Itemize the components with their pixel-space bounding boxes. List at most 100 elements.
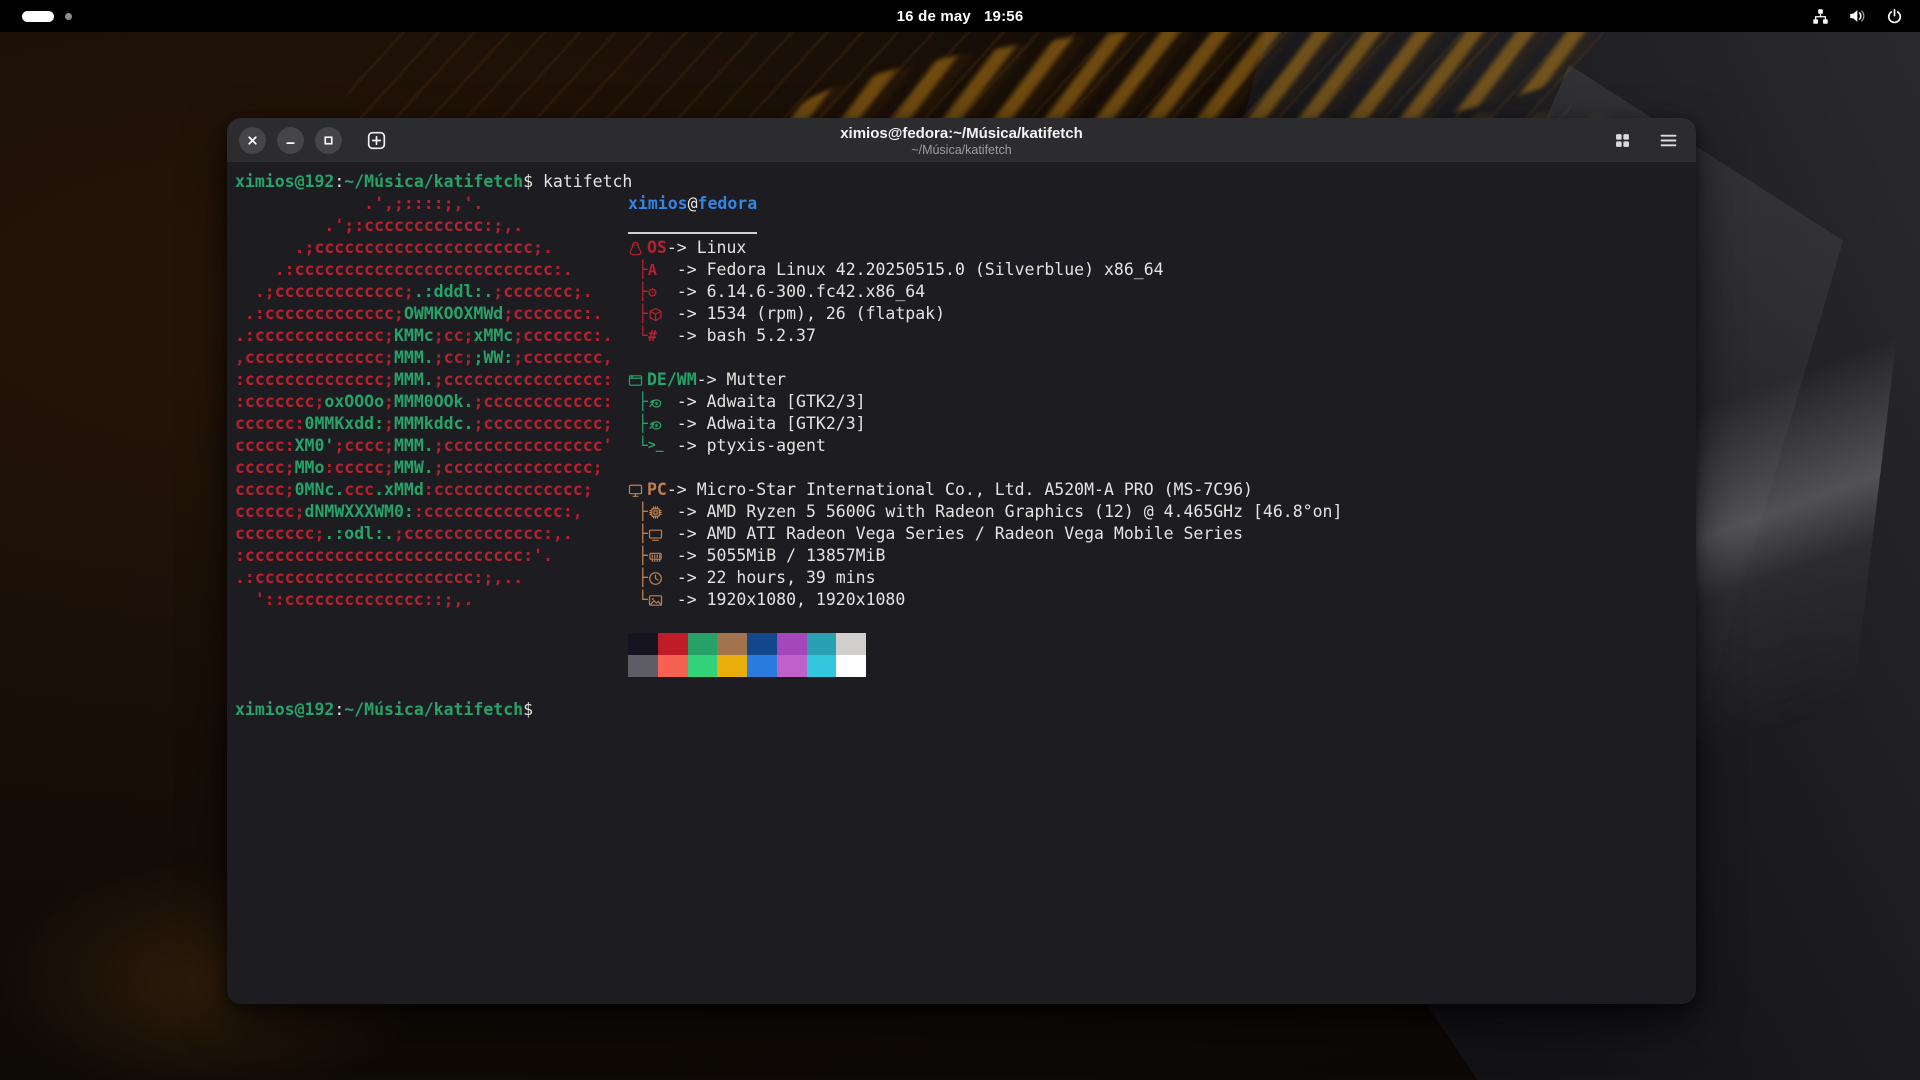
ascii-segment: .:ccccccccccccc; bbox=[235, 326, 394, 345]
ascii-segment: ;cccccccccccccc:,. bbox=[394, 524, 573, 543]
workspace-indicator[interactable] bbox=[22, 11, 72, 22]
maximize-button[interactable] bbox=[315, 127, 342, 154]
ascii-segment: MMM. bbox=[394, 436, 434, 455]
workspace-dot[interactable] bbox=[65, 13, 72, 20]
palette-swatch bbox=[658, 655, 688, 677]
palette-swatch bbox=[777, 633, 807, 655]
clock-icon bbox=[648, 571, 667, 586]
ascii-art-line: .;cccccccccccccccccccccc;. bbox=[235, 237, 613, 259]
system-info: ximios@fedoraOS-> Linux ├A -> Fedora Lin… bbox=[628, 193, 1342, 677]
ascii-art-line: .:ccccccccccccc;KMMc;cc;xMMc;ccccccc:. bbox=[235, 325, 613, 347]
terminal-content[interactable]: ximios@192:~/Música/katifetch$ katifetch… bbox=[227, 163, 1696, 1004]
power-icon[interactable] bbox=[1884, 6, 1904, 26]
info-row: └# -> bash 5.2.37 bbox=[628, 325, 1342, 347]
ascii-art-fedora-logo: .',;::::;,'. .';:cccccccccccc:;,. .;cccc… bbox=[235, 193, 613, 611]
network-icon[interactable] bbox=[1810, 6, 1830, 26]
info-value: Adwaita [GTK2/3] bbox=[707, 413, 866, 435]
palette-swatch bbox=[807, 655, 837, 677]
ascii-segment: ;cc; bbox=[434, 326, 474, 345]
cpu-icon bbox=[648, 505, 667, 520]
ascii-art-line: cccccc;dNMWXXXWM0::cccccccccccccc:, bbox=[235, 501, 613, 523]
close-button[interactable] bbox=[239, 127, 266, 154]
arrow-text: -> bbox=[667, 281, 707, 303]
ascii-segment: ccccc; bbox=[235, 480, 295, 499]
palette-swatch bbox=[836, 655, 866, 677]
info-row: ├A -> Fedora Linux 42.20250515.0 (Silver… bbox=[628, 259, 1342, 281]
ram-icon bbox=[648, 549, 667, 564]
palette-swatch bbox=[807, 633, 837, 655]
tree-connector: └ bbox=[628, 589, 648, 611]
tree-connector: ├ bbox=[628, 259, 648, 281]
prompt-line-bottom: ximios@192:~/Música/katifetch$ bbox=[235, 699, 533, 721]
info-row: ├⚙ -> 6.14.6-300.fc42.x86_64 bbox=[628, 281, 1342, 303]
arrow-text: -> bbox=[667, 479, 697, 501]
ascii-segment: :cccccccccccccc; bbox=[235, 370, 394, 389]
blank-line bbox=[628, 347, 1342, 369]
ascii-segment: ;cccccccccccc; bbox=[473, 414, 612, 433]
info-value: 1534 (rpm), 26 (flatpak) bbox=[707, 303, 945, 325]
menu-button[interactable] bbox=[1652, 125, 1684, 157]
ascii-segment: MMM. bbox=[394, 370, 434, 389]
window-headerbar[interactable]: ximios@fedora:~/Música/katifetch ~/Músic… bbox=[227, 118, 1696, 163]
info-value: AMD ATI Radeon Vega Series / Radeon Vega… bbox=[707, 523, 1243, 545]
workspace-pill-active[interactable] bbox=[22, 11, 54, 22]
ascii-art-line: '::cccccccccccccc::;,. bbox=[235, 589, 613, 611]
ascii-segment: .:dddl:. bbox=[414, 282, 493, 301]
ascii-segment: .:cccccccccccccccccccccc:;,.. bbox=[235, 568, 523, 587]
ascii-segment: :cccccccccccccccccccccccccccc:'. bbox=[235, 546, 553, 565]
ascii-segment: :ccccccccccccccc; bbox=[424, 480, 593, 499]
info-underline bbox=[628, 215, 1342, 237]
info-value: 6.14.6-300.fc42.x86_64 bbox=[707, 281, 926, 303]
ascii-segment: ccccc; bbox=[235, 458, 295, 477]
ascii-art-line: .:ccccccccccccc;OWMKOOXMWd;ccccccc:. bbox=[235, 303, 613, 325]
info-host: fedora bbox=[698, 193, 758, 215]
info-row: ├ -> 1534 (rpm), 26 (flatpak) bbox=[628, 303, 1342, 325]
tab-overview-button[interactable] bbox=[1606, 125, 1638, 157]
tree-connector: ├ bbox=[628, 567, 648, 589]
info-row: ├ -> 5055MiB / 13857MiB bbox=[628, 545, 1342, 567]
system-status-area[interactable] bbox=[1810, 6, 1904, 26]
ascii-segment: ;cccc; bbox=[334, 436, 394, 455]
arrow-text: -> bbox=[667, 303, 707, 325]
ascii-segment: ;cccccccccccccccc: bbox=[434, 370, 613, 389]
ascii-segment: ;ccccccc:. bbox=[513, 326, 612, 345]
ascii-segment: MMM0OOk. bbox=[394, 392, 473, 411]
ascii-art-line: ccccc;0MNc.ccc.xMMd:ccccccccccccccc; bbox=[235, 479, 613, 501]
computer-icon bbox=[628, 483, 647, 498]
info-value: Adwaita [GTK2/3] bbox=[707, 391, 866, 413]
ascii-segment: ; bbox=[384, 392, 394, 411]
volume-icon[interactable] bbox=[1847, 6, 1867, 26]
clock-button[interactable]: 16 de may 19:56 bbox=[897, 8, 1024, 25]
palette-swatch bbox=[628, 633, 658, 655]
minimize-button[interactable] bbox=[277, 127, 304, 154]
top-bar: 16 de may 19:56 bbox=[0, 0, 1920, 32]
palette-swatch bbox=[688, 633, 718, 655]
ascii-segment: KMMc bbox=[394, 326, 434, 345]
tree-connector: ├ bbox=[628, 391, 648, 413]
ascii-segment: ,cccccccccccccc; bbox=[235, 348, 394, 367]
ascii-art-line: ccccc:XM0';cccc;MMM.;cccccccccccccccc' bbox=[235, 435, 613, 457]
theme-icon bbox=[648, 395, 667, 410]
window-title: ximios@fedora:~/Música/katifetch bbox=[662, 125, 1262, 143]
ascii-art-line: .',;::::;,'. bbox=[235, 193, 613, 215]
info-row: ├ -> Adwaita [GTK2/3] bbox=[628, 391, 1342, 413]
palette-swatch bbox=[658, 633, 688, 655]
blank-line bbox=[628, 611, 1342, 633]
tree-connector: ├ bbox=[628, 303, 648, 325]
prompt-path: ~/Música/katifetch bbox=[344, 172, 523, 191]
tree-connector: ├ bbox=[628, 501, 648, 523]
prompt-user-host: ximios@192 bbox=[235, 172, 334, 191]
palette-swatch bbox=[628, 655, 658, 677]
tux-icon bbox=[628, 241, 647, 256]
new-tab-button[interactable] bbox=[361, 126, 391, 156]
info-value: 1920x1080, 1920x1080 bbox=[707, 589, 906, 611]
ascii-art-line: :cccccccccccccccccccccccccccc:'. bbox=[235, 545, 613, 567]
info-row: ├ -> AMD Ryzen 5 5600G with Radeon Graph… bbox=[628, 501, 1342, 523]
info-value: Micro-Star International Co., Ltd. A520M… bbox=[697, 479, 1253, 501]
gpu-icon bbox=[648, 527, 667, 542]
palette-row-bright bbox=[628, 655, 1342, 677]
ascii-segment: ;cccccccc, bbox=[513, 348, 612, 367]
ascii-segment: cccccc: bbox=[235, 414, 305, 433]
arrow-text: -> bbox=[667, 413, 707, 435]
ascii-segment: OWMKOOXMWd bbox=[404, 304, 503, 323]
